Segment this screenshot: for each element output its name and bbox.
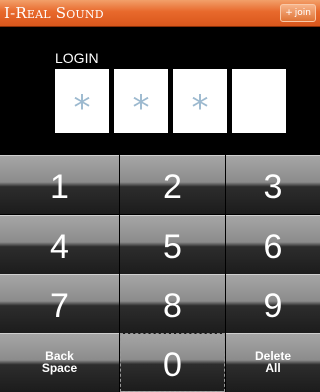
login-label: LOGIN bbox=[55, 50, 99, 66]
title-bar: I-Real Sound + join bbox=[0, 0, 320, 27]
pin-digit-3: * bbox=[173, 69, 227, 133]
plus-icon: + bbox=[285, 8, 293, 18]
key-1-label: 1 bbox=[50, 168, 69, 206]
pin-digit-2: * bbox=[114, 69, 168, 133]
key-5-label: 5 bbox=[163, 228, 182, 266]
login-area: LOGIN * * * bbox=[0, 27, 320, 155]
key-1[interactable]: 1 bbox=[0, 155, 119, 214]
key-5[interactable]: 5 bbox=[120, 215, 225, 274]
back-space-line2: Space bbox=[41, 361, 78, 375]
key-4[interactable]: 4 bbox=[0, 215, 119, 274]
pin-digit-4 bbox=[232, 69, 286, 133]
delete-all-label: Delete All bbox=[226, 350, 320, 374]
key-8[interactable]: 8 bbox=[120, 274, 225, 333]
key-7[interactable]: 7 bbox=[0, 274, 119, 333]
key-9[interactable]: 9 bbox=[226, 274, 320, 333]
key-6-label: 6 bbox=[263, 228, 283, 266]
back-space-label: Back Space bbox=[0, 350, 119, 374]
key-9-label: 9 bbox=[263, 287, 283, 325]
key-4-label: 4 bbox=[50, 228, 69, 266]
key-8-label: 8 bbox=[163, 287, 182, 325]
key-0[interactable]: 0 bbox=[120, 333, 225, 392]
join-label: join bbox=[294, 8, 311, 18]
key-7-label: 7 bbox=[50, 287, 69, 325]
keypad: 1 2 3 4 5 6 7 8 9 Back Space 0 Delete Al… bbox=[0, 155, 320, 392]
join-button[interactable]: + join bbox=[280, 4, 316, 22]
pin-digit-1: * bbox=[55, 69, 109, 133]
key-3[interactable]: 3 bbox=[226, 155, 320, 214]
back-space-button[interactable]: Back Space bbox=[0, 333, 119, 392]
key-6[interactable]: 6 bbox=[226, 215, 320, 274]
app-title: I-Real Sound bbox=[4, 4, 104, 22]
key-0-label: 0 bbox=[163, 346, 182, 384]
delete-all-button[interactable]: Delete All bbox=[226, 333, 320, 392]
key-2[interactable]: 2 bbox=[120, 155, 225, 214]
delete-all-line2: All bbox=[265, 361, 281, 375]
key-2-label: 2 bbox=[163, 168, 182, 206]
key-3-label: 3 bbox=[263, 168, 283, 206]
